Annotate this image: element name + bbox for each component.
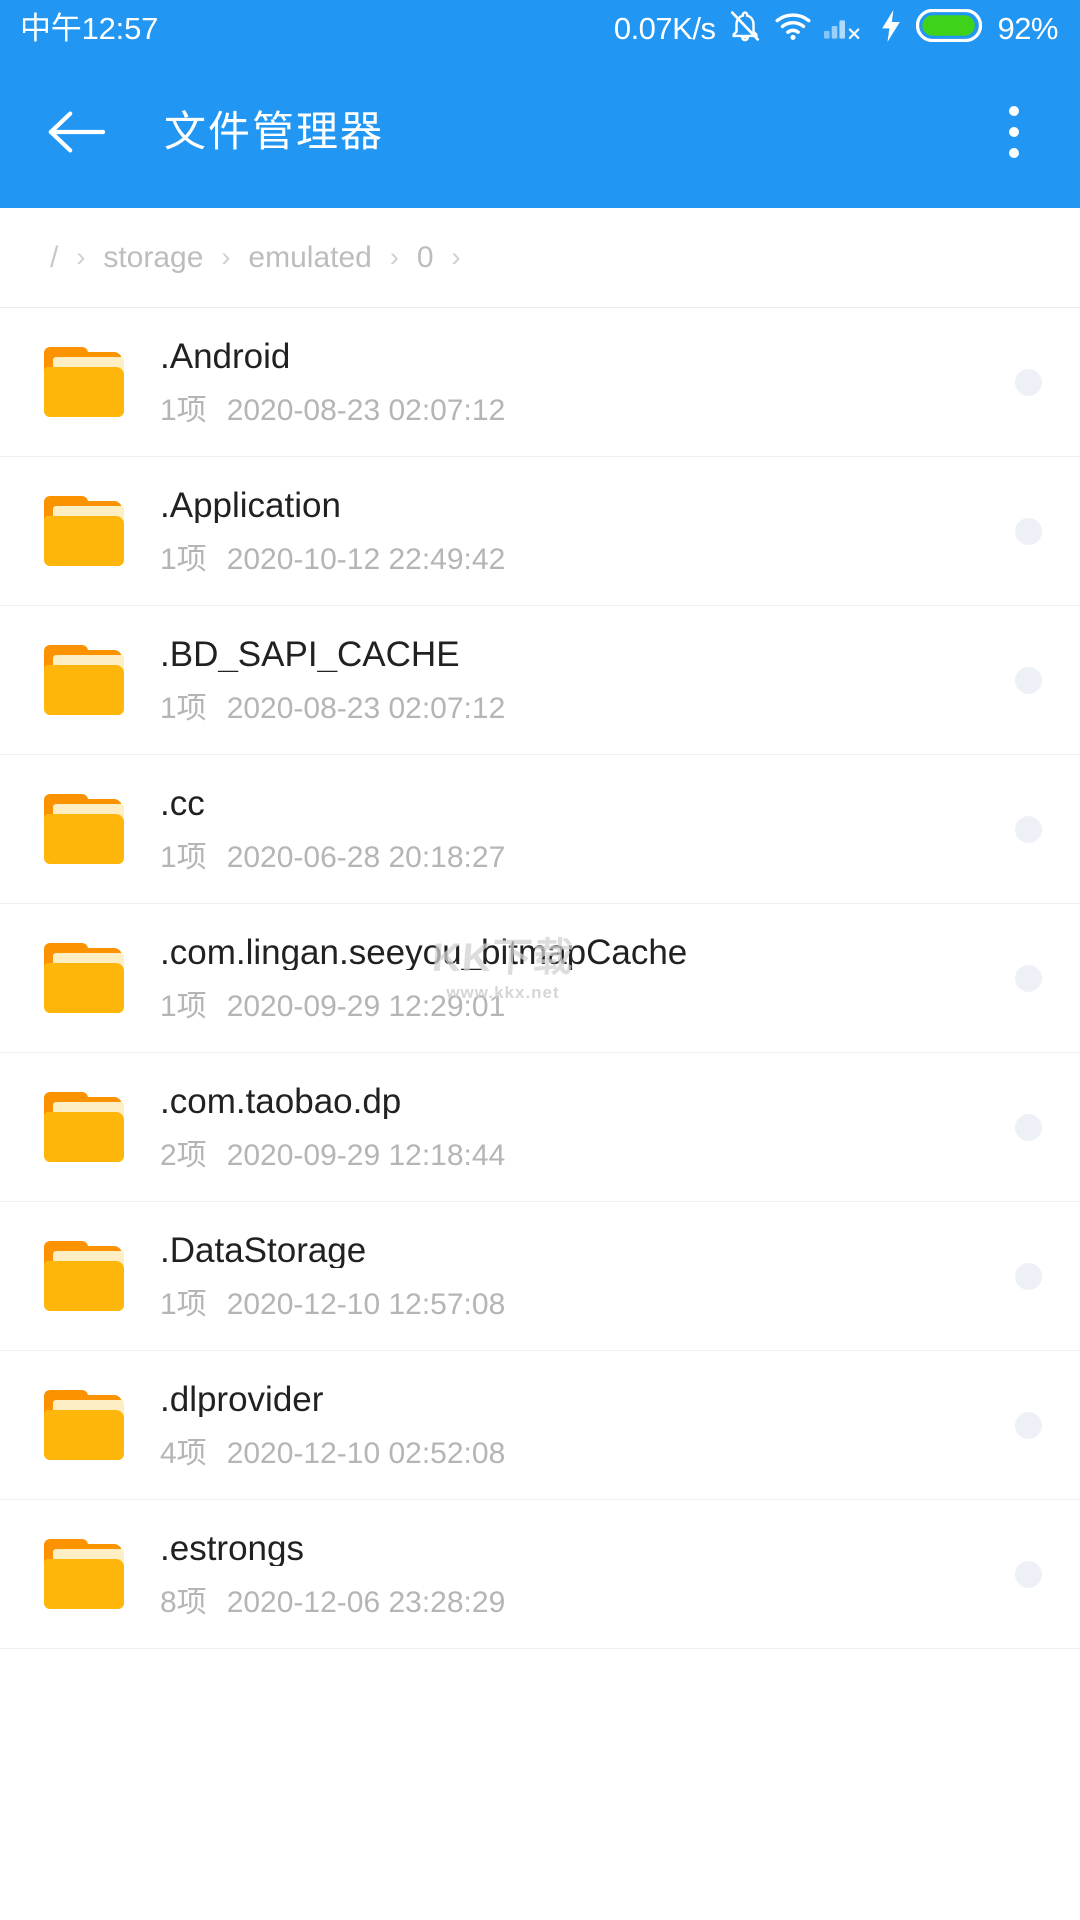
folder-icon xyxy=(44,943,124,1013)
file-list-item[interactable]: .estrongs 8项 2020-12-06 23:28:29 xyxy=(0,1500,1080,1649)
file-list-item[interactable]: .DataStorage 1项 2020-12-10 12:57:08 xyxy=(0,1202,1080,1351)
file-modified-date: 2020-12-06 23:28:29 xyxy=(226,1585,506,1619)
chevron-right-icon: › xyxy=(389,242,399,272)
file-meta: 2项 2020-09-29 12:18:44 xyxy=(160,1138,991,1172)
folder-icon xyxy=(44,1092,124,1162)
file-modified-date: 2020-08-23 02:07:12 xyxy=(226,393,506,427)
overflow-menu-icon[interactable] xyxy=(978,90,1050,174)
file-name: .Android xyxy=(160,338,291,374)
file-list-item[interactable]: .BD_SAPI_CACHE 1项 2020-08-23 02:07:12 xyxy=(0,606,1080,755)
wifi-icon xyxy=(775,11,811,46)
file-item-text: .com.lingan.seeyou_bitmapCache 1项 2020-09-… xyxy=(160,935,991,1022)
file-item-count: 8项 xyxy=(160,1585,207,1619)
file-modified-date: 2020-09-29 12:18:44 xyxy=(226,1138,506,1172)
breadcrumb-item-storage[interactable]: storage xyxy=(103,242,203,273)
back-arrow-icon[interactable] xyxy=(40,96,112,168)
file-item-text: .com.taobao.dp 2项 2020-09-29 12:18:44 xyxy=(160,1084,991,1171)
file-item-count: 4项 xyxy=(160,1436,207,1470)
status-bar-clock: 中午12:57 xyxy=(20,10,159,46)
file-modified-date: 2020-09-29 12:29:01 xyxy=(226,989,506,1023)
bell-muted-icon xyxy=(728,9,762,48)
folder-icon xyxy=(44,1390,124,1460)
file-item-count: 1项 xyxy=(160,840,207,874)
file-item-text: .Application 1项 2020-10-12 22:49:42 xyxy=(160,488,991,575)
file-select-checkbox[interactable] xyxy=(1015,1113,1042,1141)
file-meta: 1项 2020-09-29 12:29:01 xyxy=(160,989,991,1023)
file-name: .estrongs xyxy=(160,1530,304,1566)
file-item-count: 1项 xyxy=(160,542,207,576)
folder-icon xyxy=(44,496,124,566)
file-meta: 1项 2020-12-10 12:57:08 xyxy=(160,1287,991,1321)
page-title: 文件管理器 xyxy=(164,108,385,155)
file-item-text: .estrongs 8项 2020-12-06 23:28:29 xyxy=(160,1531,991,1618)
file-name: .DataStorage xyxy=(160,1232,367,1268)
battery-percent-text: 92% xyxy=(997,10,1058,46)
file-select-checkbox[interactable] xyxy=(1015,368,1042,396)
network-speed-text: 0.07K/s xyxy=(613,10,716,46)
file-name: .BD_SAPI_CACHE xyxy=(160,636,460,672)
folder-icon xyxy=(44,1539,124,1609)
breadcrumb: / › storage › emulated › 0 › xyxy=(0,208,1080,308)
file-modified-date: 2020-08-23 02:07:12 xyxy=(226,691,506,725)
folder-icon xyxy=(44,1241,124,1311)
file-list[interactable]: .Android 1项 2020-08-23 02:07:12 .Applicatio… xyxy=(0,308,1080,1649)
file-manager-screen: 中午12:57 0.07K/s 92% 文件管理器 / › storage › … xyxy=(0,0,1080,1920)
file-name: .com.taobao.dp xyxy=(160,1083,402,1119)
file-meta: 1项 2020-06-28 20:18:27 xyxy=(160,840,991,874)
file-modified-date: 2020-12-10 02:52:08 xyxy=(226,1436,506,1470)
file-item-text: .DataStorage 1项 2020-12-10 12:57:08 xyxy=(160,1233,991,1320)
file-item-count: 1项 xyxy=(160,691,207,725)
file-list-item[interactable]: .Application 1项 2020-10-12 22:49:42 xyxy=(0,457,1080,606)
file-select-checkbox[interactable] xyxy=(1015,666,1042,694)
status-bar-indicators: 0.07K/s 92% xyxy=(613,8,1058,48)
file-item-count: 1项 xyxy=(160,989,207,1023)
folder-icon xyxy=(44,347,124,417)
cellular-signal-off-icon xyxy=(824,11,866,46)
file-meta: 1项 2020-10-12 22:49:42 xyxy=(160,542,991,576)
charging-bolt-icon xyxy=(879,9,903,47)
file-meta: 8项 2020-12-06 23:28:29 xyxy=(160,1585,991,1619)
file-item-text: .dlprovider 4项 2020-12-10 02:52:08 xyxy=(160,1382,991,1469)
file-item-text: .BD_SAPI_CACHE 1项 2020-08-23 02:07:12 xyxy=(160,637,991,724)
chevron-right-icon: › xyxy=(76,242,86,272)
chevron-right-icon: › xyxy=(221,242,231,272)
file-select-checkbox[interactable] xyxy=(1015,815,1042,843)
file-select-checkbox[interactable] xyxy=(1015,964,1042,992)
file-meta: 4项 2020-12-10 02:52:08 xyxy=(160,1436,991,1470)
file-item-count: 1项 xyxy=(160,1287,207,1321)
file-select-checkbox[interactable] xyxy=(1015,1560,1042,1588)
file-meta: 1项 2020-08-23 02:07:12 xyxy=(160,691,991,725)
file-item-count: 2项 xyxy=(160,1138,207,1172)
folder-icon xyxy=(44,645,124,715)
breadcrumb-item-root[interactable]: / xyxy=(50,242,58,273)
file-modified-date: 2020-06-28 20:18:27 xyxy=(226,840,506,874)
file-item-text: .cc 1项 2020-06-28 20:18:27 xyxy=(160,786,991,873)
chevron-right-icon: › xyxy=(451,242,461,272)
file-list-item[interactable]: .cc 1项 2020-06-28 20:18:27 xyxy=(0,755,1080,904)
file-list-item[interactable]: .com.lingan.seeyou_bitmapCache 1项 2020-09-… xyxy=(0,904,1080,1053)
file-meta: 1项 2020-08-23 02:07:12 xyxy=(160,393,991,427)
file-name: .cc xyxy=(160,785,205,821)
file-list-item[interactable]: .com.taobao.dp 2项 2020-09-29 12:18:44 xyxy=(0,1053,1080,1202)
breadcrumb-item-emulated[interactable]: emulated xyxy=(248,242,371,273)
status-bar: 中午12:57 0.07K/s 92% xyxy=(0,0,1080,56)
folder-icon xyxy=(44,794,124,864)
file-item-text: .Android 1项 2020-08-23 02:07:12 xyxy=(160,339,991,426)
breadcrumb-item-0[interactable]: 0 xyxy=(417,242,434,273)
app-bar: 文件管理器 xyxy=(0,56,1080,208)
file-select-checkbox[interactable] xyxy=(1015,517,1042,545)
file-list-item[interactable]: .dlprovider 4项 2020-12-10 02:52:08 xyxy=(0,1351,1080,1500)
file-select-checkbox[interactable] xyxy=(1015,1411,1042,1439)
file-name: .Application xyxy=(160,487,341,523)
file-item-count: 1项 xyxy=(160,393,207,427)
file-name: .dlprovider xyxy=(160,1381,324,1417)
battery-icon xyxy=(916,8,983,47)
file-select-checkbox[interactable] xyxy=(1015,1262,1042,1290)
file-modified-date: 2020-10-12 22:49:42 xyxy=(226,542,506,576)
file-name: .com.lingan.seeyou_bitmapCache xyxy=(160,934,688,970)
file-modified-date: 2020-12-10 12:57:08 xyxy=(226,1287,506,1321)
file-list-item[interactable]: .Android 1项 2020-08-23 02:07:12 xyxy=(0,308,1080,457)
